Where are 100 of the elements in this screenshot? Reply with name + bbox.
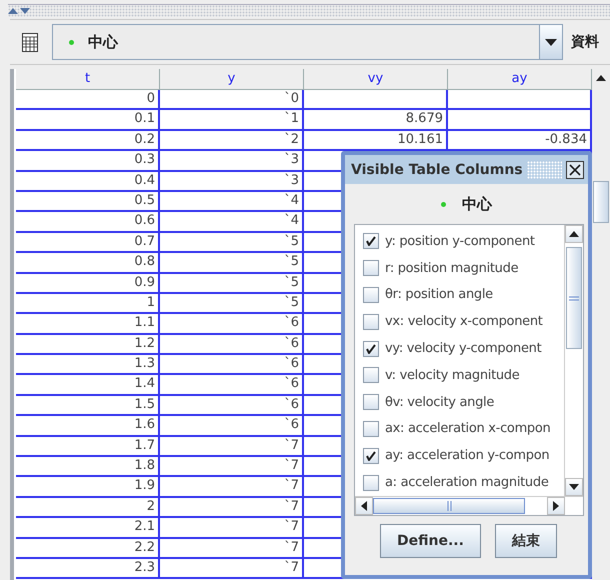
table-cell: 1.6 bbox=[16, 416, 160, 435]
column-label: vy: velocity y-component bbox=[385, 341, 542, 356]
table-cell: `5 bbox=[160, 232, 304, 252]
dot-icon bbox=[441, 202, 446, 206]
column-header[interactable]: y bbox=[160, 69, 304, 89]
table-cell: `6 bbox=[160, 416, 304, 435]
table-cell: `7 bbox=[160, 436, 304, 456]
table-cell: `4 bbox=[160, 212, 304, 231]
table-cell: 0.9 bbox=[16, 274, 160, 292]
column-label: a: acceleration magnitude bbox=[385, 475, 549, 490]
table-cell: 2.2 bbox=[16, 538, 160, 557]
table-cell: `7 bbox=[160, 498, 304, 516]
check-icon bbox=[366, 450, 376, 461]
table-cell: 1 bbox=[16, 294, 160, 312]
particle-dropdown[interactable]: 中心 bbox=[52, 24, 563, 60]
table-cell: `4 bbox=[160, 192, 304, 210]
table-cell: `5 bbox=[160, 294, 304, 312]
checkbox[interactable] bbox=[363, 420, 379, 437]
table-cell: 10.161 bbox=[304, 130, 448, 150]
expand-icon[interactable] bbox=[20, 8, 30, 14]
table-cell: 1.7 bbox=[16, 436, 160, 456]
checkbox[interactable] bbox=[363, 448, 379, 464]
checkbox[interactable] bbox=[363, 314, 379, 330]
table-cell: `7 bbox=[160, 477, 304, 496]
checkbox[interactable] bbox=[363, 233, 379, 250]
table-cell: 2.3 bbox=[16, 558, 160, 578]
particle-name: 中心 bbox=[462, 194, 492, 214]
column-label: ay: acceleration y-compon bbox=[385, 448, 550, 464]
table-cell: 1.1 bbox=[16, 314, 160, 333]
table-cell: 0.5 bbox=[16, 192, 160, 210]
data-button[interactable]: 資料 bbox=[571, 33, 599, 51]
column-label: y: position y-component bbox=[385, 234, 535, 249]
dialog-button[interactable]: Define... bbox=[380, 524, 481, 558]
dialog-title: Visible Table Columns bbox=[351, 162, 523, 178]
table-cell: 1.8 bbox=[16, 457, 160, 476]
table-cell: 0.7 bbox=[16, 232, 160, 252]
table-cell: `7 bbox=[160, 558, 304, 578]
table-cell: 1.4 bbox=[16, 375, 160, 394]
close-button[interactable] bbox=[566, 160, 584, 178]
checkbox[interactable] bbox=[363, 394, 379, 410]
column-label: θv: velocity angle bbox=[385, 394, 494, 410]
list-vertical-scrollbar[interactable] bbox=[564, 225, 583, 496]
table-cell: 1.3 bbox=[16, 355, 160, 374]
grip-handle[interactable] bbox=[526, 160, 562, 178]
column-label: r: position magnitude bbox=[385, 260, 518, 276]
table-cell: `7 bbox=[160, 457, 304, 476]
table-cell: 0.4 bbox=[16, 172, 160, 190]
scroll-right-icon[interactable] bbox=[553, 501, 559, 511]
table-cell: `3 bbox=[160, 172, 304, 190]
table-cell: 0.8 bbox=[16, 253, 160, 272]
table-cell: `5 bbox=[160, 274, 304, 292]
column-header[interactable]: t bbox=[16, 69, 160, 89]
table-cell: 1.2 bbox=[16, 334, 160, 354]
checkbox[interactable] bbox=[363, 474, 379, 491]
column-label: v: velocity magnitude bbox=[385, 368, 520, 383]
checkbox[interactable] bbox=[363, 367, 379, 384]
table-icon[interactable] bbox=[22, 32, 38, 52]
checkbox[interactable] bbox=[363, 340, 379, 357]
table-cell: 0.3 bbox=[16, 151, 160, 170]
check-icon bbox=[366, 344, 376, 354]
table-cell: 0.6 bbox=[16, 212, 160, 231]
column-label: ax: acceleration x-compon bbox=[385, 421, 550, 436]
table-cell: `6 bbox=[160, 314, 304, 333]
table-cell: 0 bbox=[16, 90, 160, 108]
table-cell: `6 bbox=[160, 396, 304, 414]
table-cell: `2 bbox=[160, 130, 304, 150]
dot-icon bbox=[69, 40, 74, 44]
column-header[interactable]: vy bbox=[304, 69, 448, 89]
table-cell: `5 bbox=[160, 253, 304, 272]
table-cell: 0.2 bbox=[16, 130, 160, 150]
table-cell: 0.1 bbox=[16, 110, 160, 129]
table-cell: `6 bbox=[160, 334, 304, 354]
column-label: θr: position angle bbox=[385, 287, 493, 302]
table-cell: 2.1 bbox=[16, 518, 160, 537]
table-cell: `7 bbox=[160, 538, 304, 557]
table-cell: `3 bbox=[160, 151, 304, 170]
scroll-left-icon[interactable] bbox=[361, 501, 367, 511]
scroll-thumb[interactable] bbox=[593, 181, 609, 223]
table-cell: 2 bbox=[16, 498, 160, 516]
list-horizontal-scrollbar[interactable] bbox=[355, 496, 583, 515]
column-label: vx: velocity x-component bbox=[385, 314, 543, 330]
table-cell: `6 bbox=[160, 375, 304, 394]
caret-icon bbox=[545, 38, 557, 46]
scroll-up-icon[interactable] bbox=[569, 231, 579, 237]
dialog-button[interactable]: 結束 bbox=[494, 524, 557, 558]
table-cell: `6 bbox=[160, 355, 304, 374]
table-cell: `1 bbox=[160, 110, 304, 129]
collapse-icon[interactable] bbox=[8, 8, 18, 14]
check-icon bbox=[366, 236, 376, 246]
checkbox[interactable] bbox=[363, 260, 379, 276]
checkbox[interactable] bbox=[363, 286, 379, 303]
scroll-down-icon[interactable] bbox=[569, 484, 579, 490]
table-cell: 1.5 bbox=[16, 396, 160, 414]
table-cell: 1.9 bbox=[16, 477, 160, 496]
scroll-up-icon[interactable] bbox=[596, 75, 606, 81]
table-cell: `0 bbox=[160, 90, 304, 108]
grip-lines-icon bbox=[569, 296, 579, 300]
table-cell: `7 bbox=[160, 518, 304, 537]
grip-lines-icon bbox=[446, 501, 452, 511]
table-cell: 8.679 bbox=[304, 110, 448, 129]
